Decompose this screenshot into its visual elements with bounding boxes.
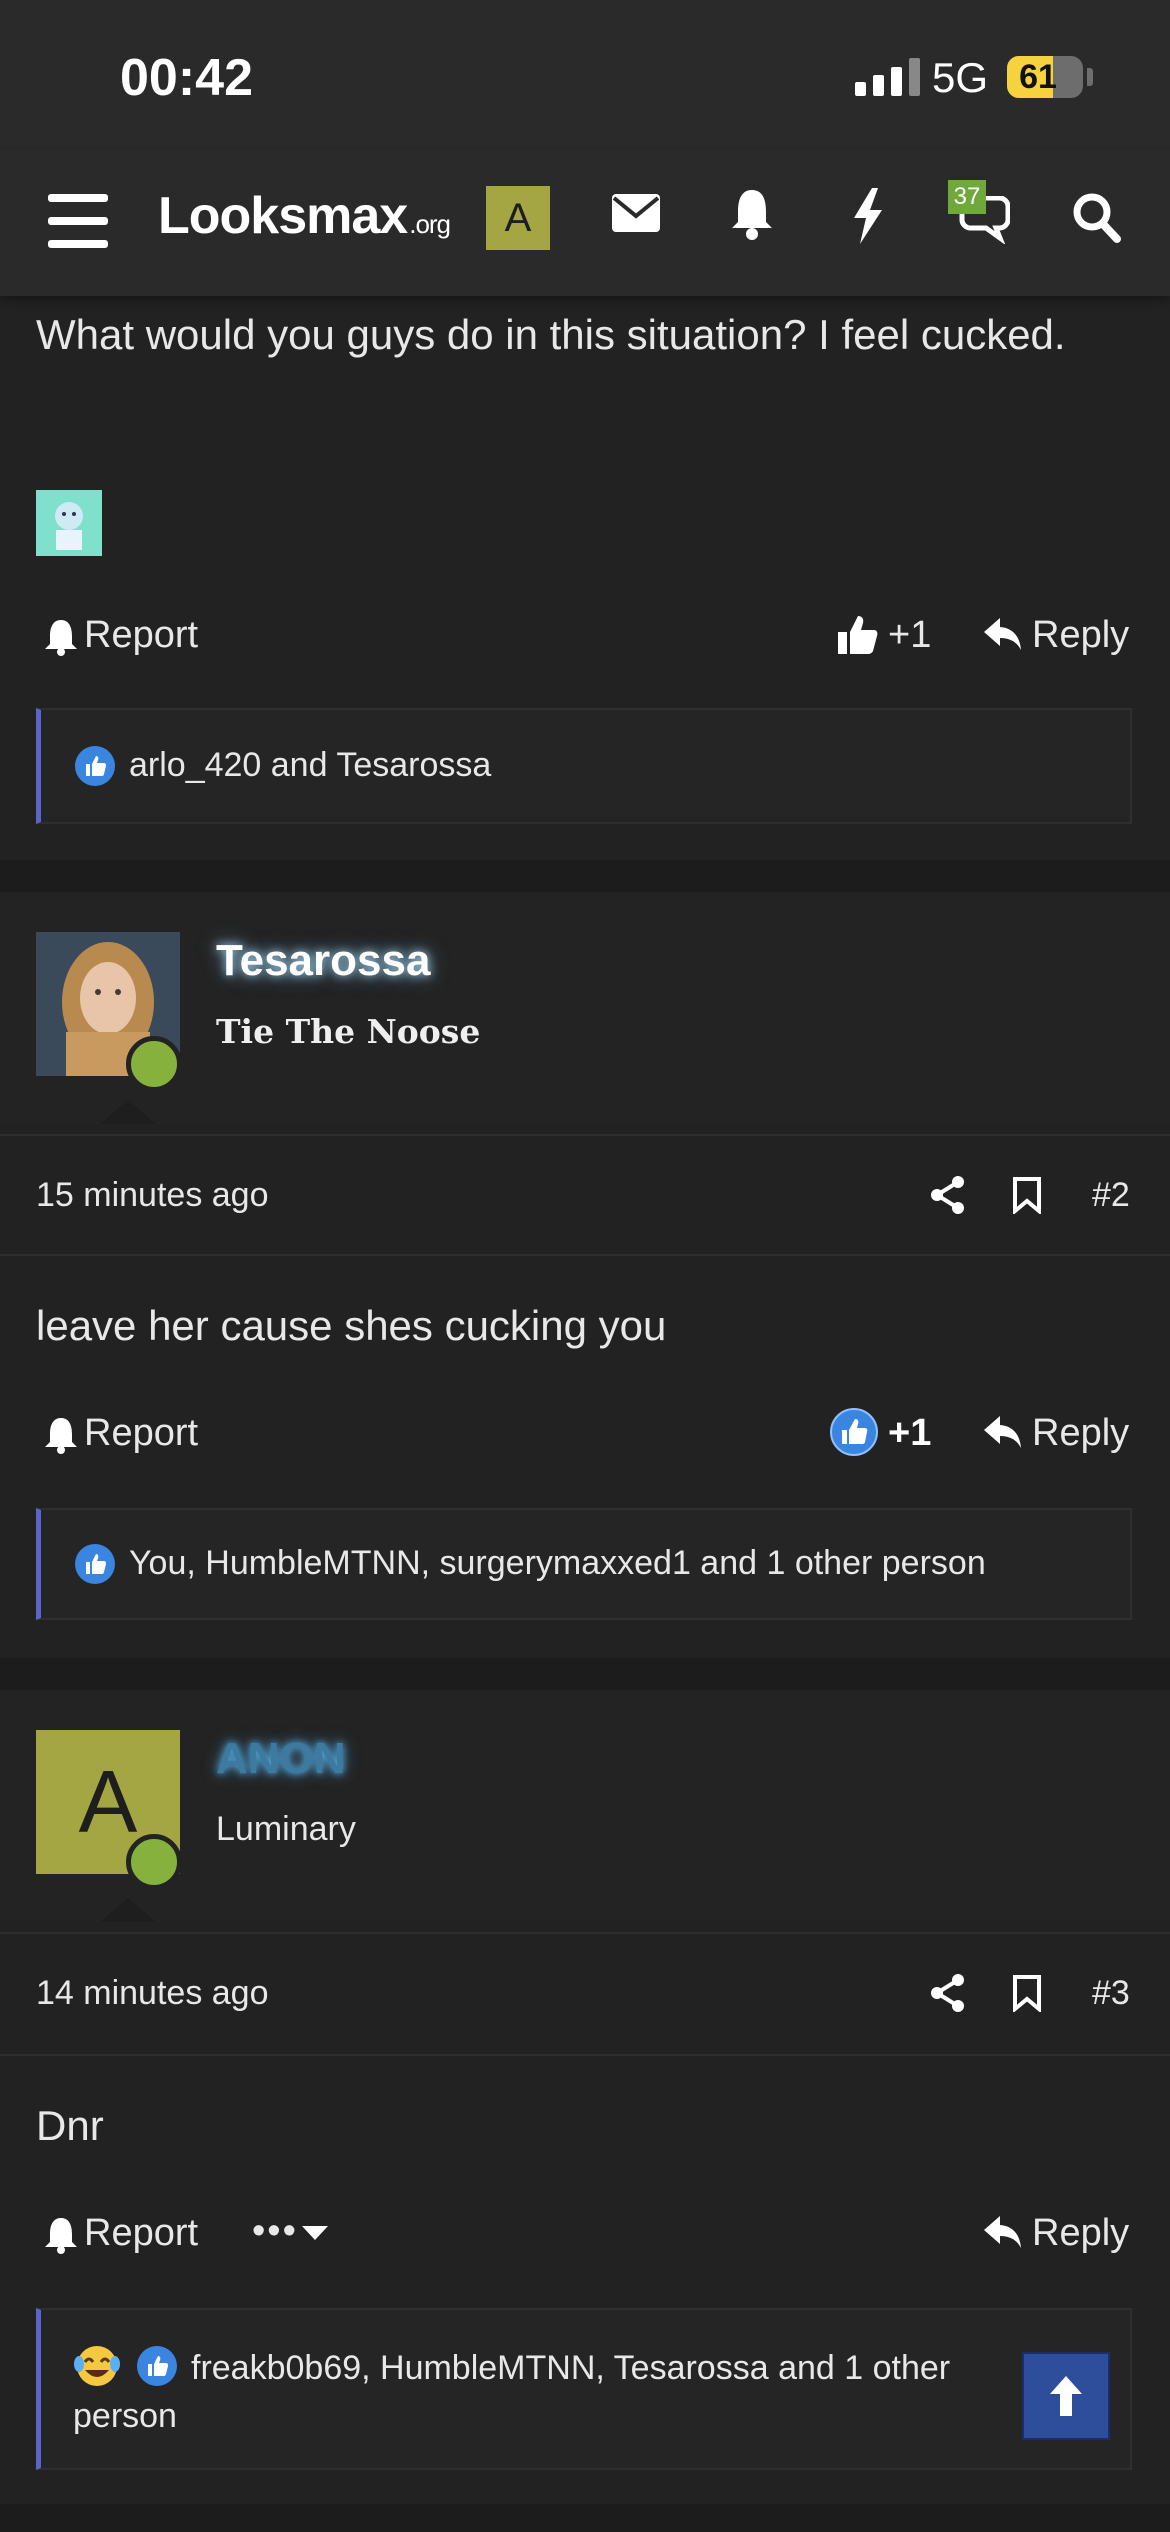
reply-icon[interactable] [984, 1416, 1022, 1450]
report-bell-icon [45, 620, 77, 656]
reply-icon[interactable] [984, 2216, 1022, 2250]
divider [0, 1134, 1170, 1136]
logo-text: Looksmax [158, 187, 408, 245]
bell-icon[interactable] [730, 188, 774, 240]
status-time: 00:42 [120, 49, 253, 107]
report-link[interactable]: Report [84, 2212, 198, 2255]
mail-icon[interactable] [612, 194, 660, 232]
chevron-down-icon[interactable] [302, 2226, 328, 2242]
post-2-number[interactable]: #2 [1092, 1176, 1130, 1215]
battery-level: 61 [1019, 58, 1057, 96]
online-status-indicator [126, 1036, 182, 1092]
reply-link[interactable]: Reply [1032, 2212, 1129, 2255]
likes-text[interactable]: You, HumbleMTNN, surgerymaxxed1 and 1 ot… [129, 1544, 986, 1583]
post-1-body: What would you guys do in this situation… [36, 311, 1066, 358]
battery-icon: 61 [1007, 56, 1083, 98]
report-link[interactable]: Report [84, 614, 198, 657]
username-anon[interactable]: ANON [216, 1734, 346, 1784]
likes-summary[interactable]: arlo_420 and Tesarossa [36, 708, 1132, 824]
likes-text[interactable]: freakb0b69, HumbleMTNN, Tesarossa and 1 … [73, 2344, 1033, 2440]
logo-suffix: .org [409, 209, 451, 239]
thumbs-up-icon[interactable] [836, 614, 878, 656]
network-label: 5G [932, 54, 989, 101]
post-2-user-header: Tesarossa Tie The Noose [0, 894, 1170, 1124]
likes-summary[interactable]: freakb0b69, HumbleMTNN, Tesarossa and 1 … [36, 2308, 1132, 2470]
battery-tip [1087, 68, 1093, 86]
header-caret [100, 1100, 156, 1124]
report-link[interactable]: Report [84, 1412, 198, 1455]
header-caret [100, 1898, 156, 1922]
account-avatar[interactable]: A [486, 186, 550, 250]
like-thumb-glyph-icon [86, 1554, 106, 1574]
signal-icon [855, 58, 920, 96]
top-nav: Looksmax.org A 37 [0, 150, 1170, 296]
post-separator [0, 2504, 1170, 2532]
reply-link[interactable]: Reply [1032, 1412, 1129, 1455]
like-count[interactable]: +1 [888, 1412, 931, 1455]
divider [0, 2054, 1170, 2056]
post-2-time[interactable]: 15 minutes ago [36, 1176, 269, 1215]
status-bar: 00:42 5G 61 [0, 0, 1170, 150]
share-icon[interactable] [930, 1974, 966, 2012]
report-bell-icon [45, 1418, 77, 1454]
post-separator [0, 860, 1170, 892]
post-3-number[interactable]: #3 [1092, 1974, 1130, 2013]
menu-icon[interactable] [48, 194, 108, 248]
likes-summary[interactable]: You, HumbleMTNN, surgerymaxxed1 and 1 ot… [36, 1508, 1132, 1620]
scroll-to-top-button[interactable] [1022, 2352, 1110, 2440]
user-title: Tie The Noose [216, 1012, 481, 1051]
divider [0, 1932, 1170, 1934]
post-3-body: Dnr [36, 2102, 104, 2149]
report-bell-icon [45, 2218, 77, 2254]
username-tesarossa[interactable]: Tesarossa [216, 936, 430, 986]
bookmark-icon[interactable] [1012, 1974, 1042, 2012]
bookmark-icon[interactable] [1012, 1176, 1042, 1214]
attached-image-thumbnail[interactable] [36, 490, 102, 556]
site-logo[interactable]: Looksmax.org [158, 186, 451, 246]
post-2-body: leave her cause shes cucking you [36, 1302, 667, 1349]
share-icon[interactable] [930, 1176, 966, 1214]
post-3-user-header: A ANON Luminary [0, 1692, 1170, 1922]
arrow-up-icon [1050, 2376, 1082, 2416]
lightning-icon[interactable] [850, 188, 886, 244]
post-3-time[interactable]: 14 minutes ago [36, 1974, 269, 2013]
like-thumb-glyph-icon [86, 756, 106, 776]
like-count[interactable]: +1 [888, 614, 931, 657]
more-options-button[interactable]: ••• [252, 2210, 298, 2253]
online-status-indicator [126, 1834, 182, 1890]
likes-text[interactable]: arlo_420 and Tesarossa [129, 746, 491, 785]
liked-thumbs-up-icon[interactable] [830, 1408, 878, 1456]
search-icon[interactable] [1072, 192, 1122, 244]
conversations-badge: 37 [948, 180, 986, 214]
user-title: Luminary [216, 1810, 356, 1848]
reply-link[interactable]: Reply [1032, 614, 1129, 657]
reply-icon[interactable] [984, 618, 1022, 652]
divider [0, 1254, 1170, 1256]
post-separator [0, 1658, 1170, 1690]
